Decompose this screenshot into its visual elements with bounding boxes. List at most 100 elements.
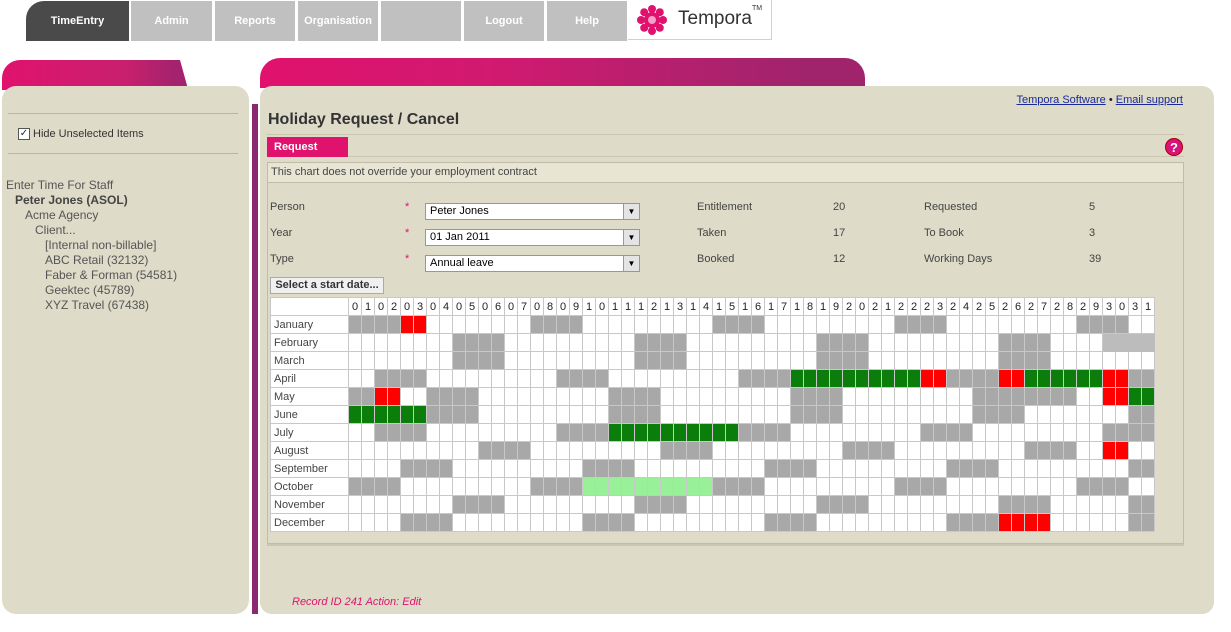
calendar-day-cell[interactable] xyxy=(764,405,778,424)
calendar-day-cell[interactable] xyxy=(608,351,622,370)
calendar-day-cell[interactable] xyxy=(595,513,609,532)
calendar-day-cell[interactable] xyxy=(829,369,843,388)
calendar-day-cell[interactable] xyxy=(1024,351,1038,370)
calendar-day-cell[interactable] xyxy=(361,477,375,496)
calendar-day-cell[interactable] xyxy=(998,387,1012,406)
calendar-day-cell[interactable] xyxy=(530,315,544,334)
calendar-day-cell[interactable] xyxy=(790,387,804,406)
calendar-day-cell[interactable] xyxy=(686,387,700,406)
person-select[interactable]: Peter Jones ▼ xyxy=(425,203,640,220)
calendar-day-cell[interactable] xyxy=(1141,477,1155,496)
calendar-day-cell[interactable] xyxy=(816,441,830,460)
calendar-day-cell[interactable] xyxy=(1037,387,1051,406)
calendar-day-cell[interactable] xyxy=(933,315,947,334)
calendar-day-cell[interactable] xyxy=(621,405,635,424)
calendar-day-cell[interactable] xyxy=(712,459,726,478)
calendar-day-cell[interactable] xyxy=(933,495,947,514)
calendar-day-cell[interactable] xyxy=(868,387,882,406)
calendar-day-cell[interactable] xyxy=(660,459,674,478)
calendar-day-cell[interactable] xyxy=(738,513,752,532)
calendar-day-cell[interactable] xyxy=(881,369,895,388)
calendar-day-cell[interactable] xyxy=(933,423,947,442)
calendar-day-cell[interactable] xyxy=(920,423,934,442)
calendar-day-cell[interactable] xyxy=(777,369,791,388)
calendar-day-cell[interactable] xyxy=(569,315,583,334)
calendar-day-cell[interactable] xyxy=(1011,333,1025,352)
calendar-day-cell[interactable] xyxy=(881,459,895,478)
calendar-day-cell[interactable] xyxy=(595,495,609,514)
calendar-day-cell[interactable] xyxy=(881,477,895,496)
calendar-day-cell[interactable] xyxy=(673,405,687,424)
calendar-day-cell[interactable] xyxy=(959,513,973,532)
year-select[interactable]: 01 Jan 2011 ▼ xyxy=(425,229,640,246)
calendar-day-cell[interactable] xyxy=(803,459,817,478)
calendar-day-cell[interactable] xyxy=(530,477,544,496)
tab-request[interactable]: Request xyxy=(267,137,348,157)
calendar-day-cell[interactable] xyxy=(816,459,830,478)
calendar-day-cell[interactable] xyxy=(348,423,362,442)
calendar-day-cell[interactable] xyxy=(348,477,362,496)
calendar-day-cell[interactable] xyxy=(1102,459,1116,478)
calendar-day-cell[interactable] xyxy=(1037,459,1051,478)
calendar-day-cell[interactable] xyxy=(998,441,1012,460)
calendar-day-cell[interactable] xyxy=(1063,513,1077,532)
calendar-day-cell[interactable] xyxy=(1050,423,1064,442)
calendar-day-cell[interactable] xyxy=(387,387,401,406)
calendar-day-cell[interactable] xyxy=(998,495,1012,514)
calendar-day-cell[interactable] xyxy=(907,333,921,352)
calendar-day-cell[interactable] xyxy=(426,423,440,442)
calendar-day-cell[interactable] xyxy=(543,351,557,370)
calendar-day-cell[interactable] xyxy=(1011,441,1025,460)
calendar-day-cell[interactable] xyxy=(387,513,401,532)
calendar-day-cell[interactable] xyxy=(1102,513,1116,532)
calendar-day-cell[interactable] xyxy=(582,315,596,334)
calendar-day-cell[interactable] xyxy=(972,441,986,460)
calendar-day-cell[interactable] xyxy=(946,315,960,334)
calendar-day-cell[interactable] xyxy=(491,441,505,460)
calendar-day-cell[interactable] xyxy=(777,513,791,532)
calendar-day-cell[interactable] xyxy=(673,333,687,352)
calendar-day-cell[interactable] xyxy=(725,387,739,406)
calendar-day-cell[interactable] xyxy=(842,459,856,478)
calendar-day-cell[interactable] xyxy=(361,459,375,478)
calendar-day-cell[interactable] xyxy=(790,459,804,478)
calendar-day-cell[interactable] xyxy=(478,369,492,388)
calendar-day-cell[interactable] xyxy=(582,477,596,496)
calendar-day-cell[interactable] xyxy=(712,495,726,514)
calendar-day-cell[interactable] xyxy=(1141,351,1155,370)
calendar-day-cell[interactable] xyxy=(1089,405,1103,424)
calendar-day-cell[interactable] xyxy=(1128,369,1142,388)
calendar-day-cell[interactable] xyxy=(1141,405,1155,424)
calendar-day-cell[interactable] xyxy=(621,369,635,388)
calendar-day-cell[interactable] xyxy=(413,477,427,496)
calendar-day-cell[interactable] xyxy=(556,351,570,370)
calendar-day-cell[interactable] xyxy=(855,441,869,460)
calendar-day-cell[interactable] xyxy=(1141,333,1155,352)
calendar-day-cell[interactable] xyxy=(1024,405,1038,424)
calendar-day-cell[interactable] xyxy=(829,315,843,334)
calendar-day-cell[interactable] xyxy=(985,405,999,424)
calendar-day-cell[interactable] xyxy=(413,333,427,352)
calendar-day-cell[interactable] xyxy=(842,387,856,406)
calendar-day-cell[interactable] xyxy=(465,423,479,442)
calendar-day-cell[interactable] xyxy=(1050,495,1064,514)
calendar-day-cell[interactable] xyxy=(465,333,479,352)
calendar-day-cell[interactable] xyxy=(530,513,544,532)
calendar-day-cell[interactable] xyxy=(1141,495,1155,514)
calendar-day-cell[interactable] xyxy=(790,477,804,496)
calendar-day-cell[interactable] xyxy=(452,315,466,334)
calendar-day-cell[interactable] xyxy=(491,459,505,478)
calendar-day-cell[interactable] xyxy=(660,369,674,388)
calendar-day-cell[interactable] xyxy=(790,495,804,514)
calendar-day-cell[interactable] xyxy=(660,441,674,460)
calendar-day-cell[interactable] xyxy=(1128,477,1142,496)
calendar-day-cell[interactable] xyxy=(569,333,583,352)
calendar-day-cell[interactable] xyxy=(725,495,739,514)
calendar-day-cell[interactable] xyxy=(1076,315,1090,334)
calendar-day-cell[interactable] xyxy=(478,477,492,496)
calendar-day-cell[interactable] xyxy=(1102,477,1116,496)
calendar-day-cell[interactable] xyxy=(413,513,427,532)
calendar-day-cell[interactable] xyxy=(803,495,817,514)
calendar-day-cell[interactable] xyxy=(569,423,583,442)
calendar-day-cell[interactable] xyxy=(569,459,583,478)
